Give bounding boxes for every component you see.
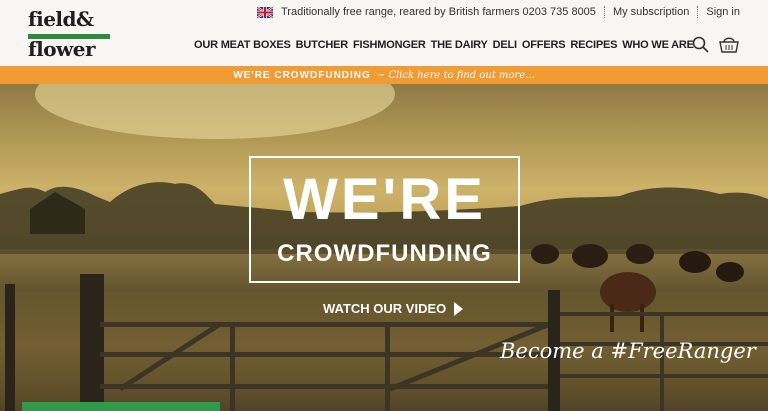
header-tagline: Traditionally free range, reared by Brit… bbox=[257, 6, 520, 18]
bottom-notice-bar[interactable] bbox=[22, 402, 220, 411]
crowdfunding-promo-box[interactable]: WE'RE CROWDFUNDING bbox=[249, 156, 520, 283]
watch-video-button[interactable]: WATCH OUR VIDEO bbox=[323, 301, 464, 316]
hero-banner[interactable]: WE'RE CROWDFUNDING WATCH OUR VIDEO Becom… bbox=[0, 84, 768, 411]
nav-item-fishmonger[interactable]: FISHMONGER bbox=[353, 39, 426, 51]
promo-subheadline: CROWDFUNDING bbox=[277, 240, 492, 267]
my-subscription-link[interactable]: My subscription bbox=[613, 6, 689, 18]
search-icon[interactable] bbox=[692, 36, 709, 53]
logo-line-1: field& bbox=[28, 7, 94, 31]
site-header: field& flower Traditionally free range, … bbox=[0, 0, 768, 66]
free-ranger-tagline: Become a #FreeRanger bbox=[500, 339, 756, 363]
nav-item-meat-boxes[interactable]: OUR MEAT BOXES bbox=[194, 39, 291, 51]
uk-flag-icon bbox=[257, 6, 273, 18]
promo-headline: WE'RE bbox=[283, 167, 486, 232]
sign-in-link[interactable]: Sign in bbox=[706, 6, 740, 18]
logo-line-2: flower bbox=[28, 37, 96, 61]
banner-link[interactable]: ~ Click here to find out more... bbox=[377, 70, 535, 81]
nav-item-butcher[interactable]: BUTCHER bbox=[296, 39, 349, 51]
nav-item-deli[interactable]: DELI bbox=[493, 39, 517, 51]
crowdfunding-banner[interactable]: WE'RE CROWDFUNDING ~ Click here to find … bbox=[0, 66, 768, 84]
banner-title: WE'RE CROWDFUNDING bbox=[233, 69, 371, 81]
tagline-text: Traditionally free range, reared by Brit… bbox=[281, 6, 520, 18]
play-icon bbox=[454, 301, 464, 316]
nav-item-recipes[interactable]: RECIPES bbox=[570, 39, 617, 51]
divider bbox=[603, 6, 605, 18]
phone-number[interactable]: 0203 735 8005 bbox=[523, 6, 596, 18]
watch-video-label: WATCH OUR VIDEO bbox=[323, 301, 447, 316]
contact-links: 0203 735 8005 My subscription Sign in bbox=[523, 6, 740, 18]
brand-logo[interactable]: field& flower bbox=[28, 8, 112, 62]
main-nav: OUR MEAT BOXES BUTCHER FISHMONGER THE DA… bbox=[194, 39, 694, 51]
nav-item-dairy[interactable]: THE DAIRY bbox=[431, 39, 488, 51]
basket-icon[interactable] bbox=[718, 35, 740, 54]
nav-item-offers[interactable]: OFFERS bbox=[522, 39, 566, 51]
divider bbox=[697, 6, 699, 18]
nav-item-who-we-are[interactable]: WHO WE ARE bbox=[622, 39, 694, 51]
